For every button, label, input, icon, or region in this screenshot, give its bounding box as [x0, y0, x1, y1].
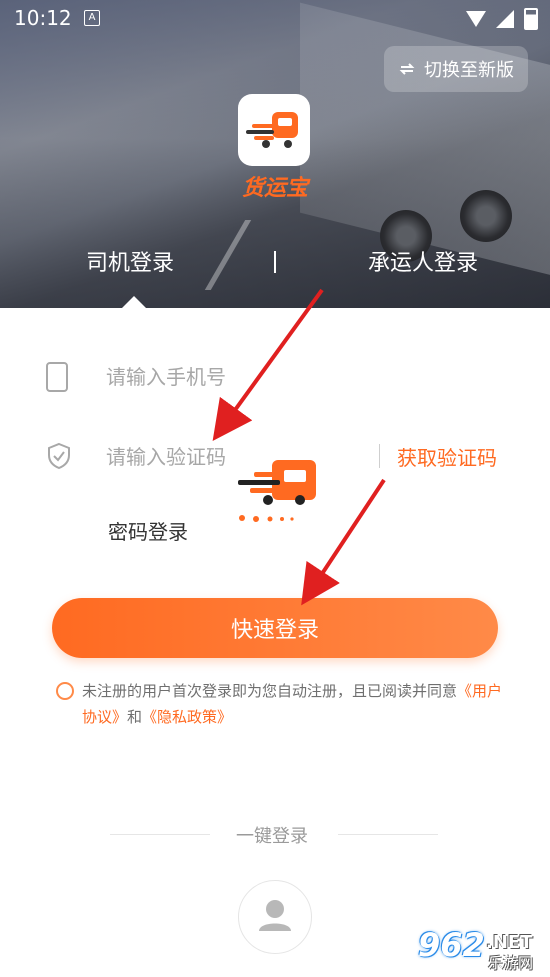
divider-left [110, 834, 210, 835]
swap-arrows-icon [399, 63, 415, 75]
battery-icon [524, 8, 538, 30]
code-separator [379, 444, 380, 468]
signal-icon [496, 10, 514, 28]
watermark-suffix: .NET [486, 932, 533, 953]
switch-version-button[interactable]: 切换至新版 [384, 46, 528, 92]
status-time: 10:12 [14, 6, 72, 30]
agreement-and: 和 [127, 708, 143, 726]
site-watermark: 962 .NET 乐游网 [418, 926, 544, 974]
privacy-policy-link[interactable]: 《隐私政策》 [142, 708, 232, 726]
truck-logo-overlay-icon [238, 460, 316, 522]
get-code-button[interactable]: 获取验证码 [397, 442, 497, 471]
annotation-arrow-2 [301, 478, 386, 606]
tab-carrier-login[interactable]: 承运人登录 [368, 245, 478, 277]
selected-tab-indicator [122, 296, 146, 308]
wifi-icon [466, 11, 486, 27]
onekey-login-button[interactable] [238, 880, 312, 954]
status-bar: 10:12 A [0, 0, 550, 36]
agreement-prefix: 未注册的用户首次登录即为您自动注册，且已阅读并同意 [82, 682, 458, 700]
agreement-text: 未注册的用户首次登录即为您自动注册，且已阅读并同意《用户协议》和《隐私政策》 [56, 678, 516, 730]
role-tabs: 司机登录 承运人登录 [0, 245, 550, 285]
app-logo [238, 94, 310, 166]
agreement: 未注册的用户首次登录即为您自动注册，且已阅读并同意《用户协议》和《隐私政策》 [56, 678, 516, 730]
tab-divider [274, 251, 276, 273]
switch-version-label: 切换至新版 [424, 60, 514, 81]
watermark-subtitle: 乐游网 [488, 954, 534, 972]
truck-logo-icon [246, 112, 298, 148]
tab-driver-login[interactable]: 司机登录 [86, 245, 174, 277]
user-icon [259, 900, 291, 931]
phone-input[interactable] [104, 362, 368, 392]
divider-right [338, 834, 438, 835]
notification-a-icon: A [84, 10, 100, 26]
watermark-number: 962 [418, 926, 485, 964]
status-icons [466, 8, 538, 30]
phone-icon [46, 362, 68, 392]
onekey-login-label: 一键登录 [236, 826, 308, 847]
truck-wheel-graphic [460, 190, 512, 242]
agree-radio[interactable] [56, 682, 74, 700]
shield-check-icon [48, 442, 70, 470]
app-name-logo: 货运宝 [241, 176, 308, 201]
password-login-link[interactable]: 密码登录 [108, 516, 188, 545]
quick-login-button[interactable]: 快速登录 [52, 598, 498, 658]
phone-row [0, 346, 550, 406]
